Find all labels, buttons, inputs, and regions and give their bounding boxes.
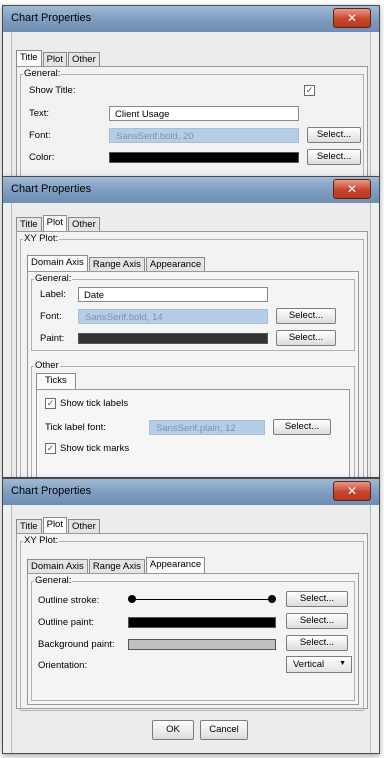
close-button[interactable]: ✕ [333,481,371,501]
tab-plot[interactable]: Plot [42,215,67,232]
show-tick-labels-label: Show tick labels [60,398,129,409]
outline-paint-select-button[interactable]: Select... [286,613,348,629]
outline-paint-swatch [128,617,276,628]
chart-properties-window-domain-axis: Chart Properties ✕ Title Plot Other XY P… [2,176,380,478]
text-label: Text: [29,108,50,119]
axis-tab-bar: Domain Axis Range Axis Appearance [27,557,206,574]
title-bar[interactable]: Chart Properties ✕ [3,6,379,32]
outline-stroke-sample [132,599,272,600]
domain-axis-panel: General: Label: Date Font: SansSerif.bol… [27,271,359,477]
appearance-panel: General: Outline stroke: Select... Outli… [27,573,359,705]
window-title: Chart Properties [11,485,92,497]
show-tick-marks-checkbox[interactable]: ✓ [45,443,56,454]
tab-range-axis[interactable]: Range Axis [88,559,145,574]
title-text-field[interactable]: Client Usage [109,106,299,121]
dialog-body: Title Plot Other XY Plot: Domain Axis Ra… [11,505,371,753]
outline-stroke-select-button[interactable]: Select... [286,591,348,607]
ticks-panel: ✓ Show tick labels Tick label font: Sans… [36,389,350,477]
font-label: Font: [29,130,51,141]
other-group-label: Other [34,360,60,371]
tab-ticks[interactable]: Ticks [36,373,76,390]
dialog-body: Title Plot Other General: Show Title: ✓ … [11,32,371,176]
main-tab-bar: Title Plot Other [16,517,101,534]
main-tab-bar: Title Plot Other [16,215,101,232]
tab-plot[interactable]: Plot [42,517,67,534]
outline-stroke-label: Outline stroke: [38,595,100,606]
axis-tab-bar: Domain Axis Range Axis Appearance [27,255,206,272]
axis-label-label: Label: [40,289,66,300]
title-font-field: SansSerif.bold, 20 [109,128,299,143]
tab-other[interactable]: Other [67,519,100,534]
window-title: Chart Properties [11,183,92,195]
axis-paint-label: Paint: [40,333,65,344]
window-title: Chart Properties [11,12,92,24]
general-group-label: General: [34,575,73,586]
main-tab-bar: Title Plot Other [16,50,101,67]
tab-title[interactable]: Title [16,50,42,67]
xy-plot-label: XY Plot: [23,233,60,244]
axis-font-select-button[interactable]: Select... [276,308,336,324]
title-color-select-button[interactable]: Select... [307,149,361,165]
close-button[interactable]: ✕ [333,179,371,199]
tab-title[interactable]: Title [16,217,42,232]
tab-other[interactable]: Other [67,217,100,232]
show-title-label: Show Title: [29,85,76,96]
tab-appearance[interactable]: Appearance [145,257,206,272]
tab-title[interactable]: Title [16,519,42,534]
plot-tab-panel: XY Plot: Domain Axis Range Axis Appearan… [16,533,368,711]
show-tick-labels-checkbox[interactable]: ✓ [45,398,56,409]
stroke-endpoint-left [128,595,136,603]
orientation-label: Orientation: [38,660,88,671]
title-bar[interactable]: Chart Properties ✕ [3,177,379,203]
axis-paint-swatch [78,333,268,344]
color-label: Color: [29,152,55,163]
general-group-label: General: [34,273,73,284]
title-color-swatch [109,152,299,163]
tab-range-axis[interactable]: Range Axis [88,257,145,272]
ok-button[interactable]: OK [152,720,194,740]
tab-domain-axis[interactable]: Domain Axis [27,559,88,574]
close-button[interactable]: ✕ [333,8,371,28]
tab-domain-axis[interactable]: Domain Axis [27,255,88,272]
show-tick-marks-label: Show tick marks [60,443,130,454]
cancel-button[interactable]: Cancel [200,720,248,740]
axis-label-field[interactable]: Date [78,287,268,302]
chart-properties-window-appearance: Chart Properties ✕ Title Plot Other XY P… [2,478,380,754]
title-font-select-button[interactable]: Select... [307,127,361,143]
general-group-label: General: [23,68,62,79]
axis-font-field: SansSerif.bold, 14 [78,309,268,324]
show-title-checkbox[interactable]: ✓ [304,85,315,96]
orientation-value: Vertical [293,659,325,670]
dialog-body: Title Plot Other XY Plot: Domain Axis Ra… [11,203,371,477]
ticks-tab-bar: Ticks [36,373,77,390]
background-paint-swatch [128,639,276,650]
tab-appearance[interactable]: Appearance [145,557,206,574]
outline-paint-label: Outline paint: [38,617,94,628]
chevron-down-icon: ▼ [339,660,346,667]
tick-label-font-field: SansSerif.plain, 12 [149,420,265,435]
background-paint-select-button[interactable]: Select... [286,635,348,651]
axis-paint-select-button[interactable]: Select... [276,330,336,346]
plot-tab-panel: XY Plot: Domain Axis Range Axis Appearan… [16,231,368,477]
orientation-select[interactable]: Vertical ▼ [286,656,352,673]
axis-font-label: Font: [40,311,62,322]
tick-label-font-label: Tick label font: [45,422,106,433]
stroke-endpoint-right [268,595,276,603]
title-tab-panel: General: Show Title: ✓ Text: Client Usag… [16,66,368,176]
xy-plot-label: XY Plot: [23,535,60,546]
tick-label-font-select-button[interactable]: Select... [273,419,331,435]
title-bar[interactable]: Chart Properties ✕ [3,479,379,505]
background-paint-label: Background paint: [38,639,115,650]
tab-plot[interactable]: Plot [42,52,67,67]
tab-other[interactable]: Other [67,52,100,67]
chart-properties-window-title: Chart Properties ✕ Title Plot Other Gene… [2,5,380,177]
